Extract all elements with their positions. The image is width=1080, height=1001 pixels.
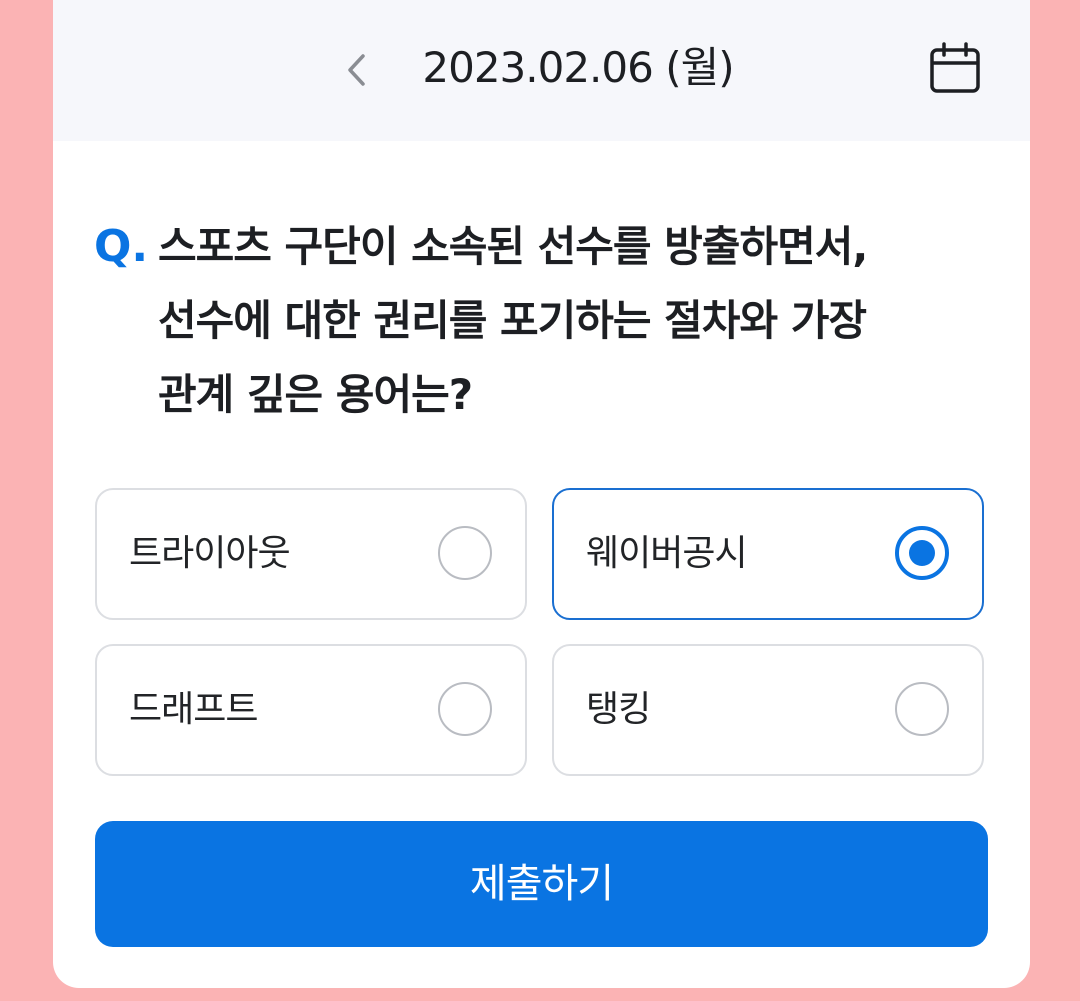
option-label: 탱킹 (586, 689, 651, 730)
radio-button-selected[interactable] (895, 526, 949, 580)
option-label: 트라이아웃 (129, 533, 291, 574)
question-prefix: Q. (94, 221, 149, 272)
question-line-1: 스포츠 구단이 소속된 선수를 방출하면서, (158, 222, 868, 271)
option-tryout[interactable]: 트라이아웃 (95, 488, 527, 620)
option-tanking[interactable]: 탱킹 (552, 644, 984, 776)
question-line-3: 관계 깊은 용어는? (158, 370, 473, 419)
radio-dot (909, 540, 935, 566)
option-label: 드래프트 (129, 689, 258, 730)
prev-day-button[interactable] (334, 42, 378, 98)
current-date: 2023.02.06 (월) (422, 43, 734, 92)
radio-button[interactable] (438, 682, 492, 736)
radio-button[interactable] (895, 682, 949, 736)
question-line-2: 선수에 대한 권리를 포기하는 절차와 가장 (158, 296, 867, 345)
chevron-left-icon (348, 54, 365, 86)
option-label: 웨이버공시 (586, 533, 748, 574)
radio-button[interactable] (438, 526, 492, 580)
quiz-card: 2023.02.06 (월) Q. 스포츠 구단이 소속된 선수를 방출하면서,… (53, 0, 1030, 988)
calendar-button[interactable] (927, 40, 983, 96)
calendar-icon (930, 42, 980, 93)
option-draft[interactable]: 드래프트 (95, 644, 527, 776)
option-waiver[interactable]: 웨이버공시 (552, 488, 984, 620)
submit-button[interactable]: 제출하기 (95, 821, 988, 947)
date-header: 2023.02.06 (월) (53, 0, 1030, 141)
